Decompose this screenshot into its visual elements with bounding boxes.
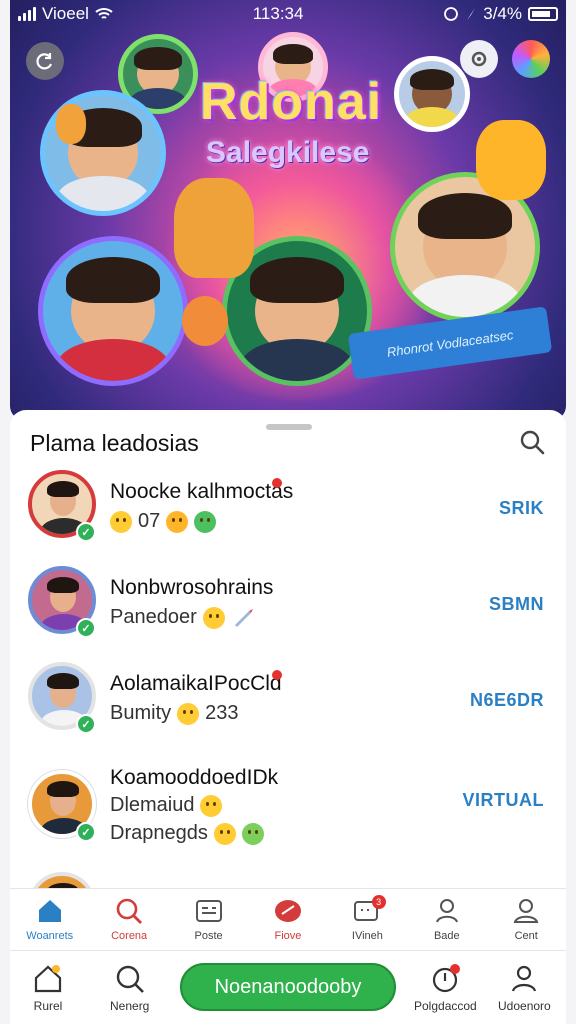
search-icon: [116, 898, 143, 924]
home-icon: [34, 965, 62, 993]
smile-emoji-icon: [110, 510, 132, 533]
contact-row[interactable]: ✓ Noocke kalhmoctas 07 SRIK: [10, 466, 566, 562]
contact-name: Nonbwrosohrains: [110, 576, 274, 599]
contact-subtitle-2: Drapnegds: [110, 822, 264, 845]
gear-icon: [471, 51, 487, 67]
battery-percent: 3/4%: [483, 4, 522, 23]
status-tag: VIRTUAL: [462, 790, 544, 810]
bell-icon: [433, 964, 461, 993]
tab-messages[interactable]: 3 IVineh: [328, 889, 407, 948]
tab-search-bottom[interactable]: Nenerg: [110, 963, 149, 1013]
profile-icon: [513, 898, 539, 923]
tab-favorites[interactable]: Fiove: [248, 889, 327, 948]
person-icon: [512, 965, 537, 992]
tab-search[interactable]: Corena: [89, 889, 168, 948]
refresh-icon: [36, 53, 53, 70]
search-icon: [116, 965, 144, 993]
smile-emoji-icon: [177, 702, 200, 725]
location-icon: [467, 8, 476, 20]
verified-check-icon: ✓: [76, 822, 96, 842]
alarm-icon: [444, 7, 459, 21]
profile-avatar-button[interactable]: [512, 40, 550, 78]
verified-check-icon: ✓: [76, 522, 96, 542]
smile-emoji-icon: [200, 794, 223, 817]
contact-subtitle: Panedoer: [110, 606, 255, 629]
tab-notifications[interactable]: Polgdaccod: [414, 963, 477, 1013]
contact-name: AolamaikaIPocCld: [110, 672, 282, 695]
contact-subtitle: 07: [110, 510, 217, 533]
tab-account[interactable]: Udoenoro: [498, 963, 551, 1013]
wifi-icon: [95, 8, 113, 19]
tab-badges[interactable]: Bade: [407, 889, 486, 948]
search-icon[interactable]: [518, 428, 546, 456]
hero-banner: Rdonai Salegkilese Rhonrot Vodlaceatsec: [10, 0, 566, 420]
tab-home-bottom[interactable]: Rurel: [32, 963, 64, 1013]
smile-emoji-icon: [202, 606, 225, 629]
calendar-icon: [195, 899, 222, 922]
unread-dot: [272, 478, 282, 488]
tab-home[interactable]: Woanrets: [10, 889, 89, 948]
contact-row[interactable]: ✓ Nonbwrosohrains Panedoer SBMN: [10, 562, 566, 658]
phone-screen: Rdonai Salegkilese Rhonrot Vodlaceatsec …: [0, 0, 576, 1024]
contact-subtitle: Bumity 233: [110, 702, 239, 725]
rocket-icon: [234, 608, 253, 627]
heart-icon: [274, 899, 301, 922]
settings-button[interactable]: [460, 40, 498, 78]
top-tab-bar: Woanrets Corena Poste Fiove 3 IVineh Bad…: [10, 888, 566, 948]
status-bar: Vioeel 113:34 3/4%: [0, 0, 576, 28]
status-tag: SBMN: [489, 594, 544, 614]
tab-profile[interactable]: Cent: [487, 889, 566, 948]
robot-mascot: [476, 120, 546, 200]
status-time: 113:34: [252, 4, 304, 23]
contact-row[interactable]: ✓ AolamaikaIPocCld Bumity 233 N6E6DR: [10, 658, 566, 754]
notification-badge: 3: [371, 895, 386, 909]
home-icon: [38, 899, 61, 922]
fox-mascot: [182, 296, 228, 346]
primary-action-button[interactable]: Noenanoodooby: [180, 963, 396, 1011]
verified-check-icon: ✓: [76, 618, 96, 638]
contact-name: Noocke kalhmoctas: [110, 480, 294, 503]
unread-dot: [272, 670, 282, 680]
signal-icon: [18, 7, 36, 21]
contact-subtitle: Dlemaiud: [110, 794, 223, 817]
person-icon: [435, 898, 458, 922]
battery-icon: [528, 7, 558, 21]
contacts-sheet: Plama leadosias ✓ Noocke kalhmoctas 07 S…: [10, 410, 566, 950]
dog-mascot: [174, 178, 254, 278]
contact-row[interactable]: ✓ KoamooddoedIDk Dlemaiud Drapnegds VIRT…: [10, 760, 566, 870]
hero-subtitle: Salegkilese: [206, 136, 370, 169]
hero-title: Rdonai: [200, 73, 383, 131]
tab-posts[interactable]: Poste: [169, 889, 248, 948]
green-emoji-icon: [241, 822, 264, 845]
grin-emoji-icon: [166, 510, 189, 533]
sheet-title: Plama leadosias: [30, 430, 199, 456]
back-button[interactable]: [26, 42, 64, 80]
carrier-label: Vioeel: [42, 4, 89, 23]
sheet-drag-handle[interactable]: [266, 424, 312, 430]
small-mascot: [56, 104, 86, 144]
status-tag: N6E6DR: [469, 690, 544, 710]
wink-emoji-icon: [213, 822, 236, 845]
hero-photo-3: [394, 56, 470, 132]
verified-check-icon: ✓: [76, 714, 96, 734]
bottom-tab-bar: Rurel Nenerg Noenanoodooby Polgdaccod Ud…: [10, 950, 566, 1024]
contact-name: KoamooddoedIDk: [110, 766, 279, 789]
status-tag: SRIK: [498, 498, 544, 518]
green-emoji-icon: [194, 510, 217, 533]
hero-photo-5: [38, 236, 188, 386]
